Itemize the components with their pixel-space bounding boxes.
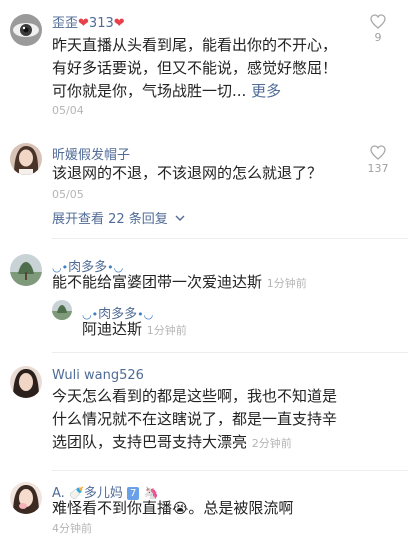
username-number: 313 [88, 16, 114, 31]
divider [52, 352, 408, 353]
comment-date: 2分钟前 [251, 437, 292, 450]
avatar[interactable] [10, 254, 42, 286]
expand-replies[interactable]: 展开查看 22 条回复 [52, 208, 185, 227]
comment-text[interactable]: 今天怎么看到的都是这些啊，我也不知道是 什么情况就不在这瞎说了，都是一直支持辛 … [52, 385, 372, 455]
heart-outline-icon [370, 14, 386, 29]
reply-body: 阿迪达斯 [82, 320, 143, 338]
comment-date: 1分钟前 [266, 277, 307, 290]
comment-line: 有好多话要说，但又不能说，感觉好憋屈！ [52, 59, 338, 77]
avatar[interactable] [10, 366, 42, 398]
like-button[interactable]: 9 [358, 14, 398, 44]
comment-text[interactable]: 能不能给富婆团带一次爱迪达斯 1分钟前 [52, 271, 372, 295]
heart-icon: ❤ [78, 16, 89, 31]
reply-date: 1分钟前 [146, 324, 187, 337]
comment-body: 能不能给富婆团带一次爱迪达斯 [52, 273, 263, 291]
divider [52, 238, 408, 239]
comment-line-text: 可你就是你，气场战胜一切... [52, 82, 247, 100]
username[interactable]: 歪歪❤313❤ [52, 12, 125, 31]
comment-text[interactable]: 该退网的不退，不该退网的怎么就退了？ [52, 162, 372, 185]
username[interactable]: 昕媛假发帽子 [52, 144, 130, 163]
like-count: 9 [374, 31, 382, 44]
avatar[interactable] [10, 482, 42, 514]
comment-date: 05/05 [52, 188, 84, 201]
username[interactable]: Wuli wang526 [52, 368, 144, 383]
chevron-down-icon [175, 215, 185, 221]
reply-text[interactable]: 阿迪达斯 1分钟前 [82, 318, 362, 342]
comment-text[interactable]: 昨天直播从头看到尾，能看出你的不开心， 有好多话要说，但又不能说，感觉好憋屈！ … [52, 34, 372, 103]
comment-line: 可你就是你，气场战胜一切... 更多 [52, 80, 372, 103]
comment-line: 昨天直播从头看到尾，能看出你的不开心， [52, 36, 338, 54]
like-button[interactable]: 137 [358, 145, 398, 175]
username-text: 歪歪 [52, 16, 79, 31]
comment-line: 今天怎么看到的都是这些啊，我也不知道是 [52, 387, 338, 405]
comment-line: 什么情况就不在这瞎说了，都是一直支持辛 [52, 410, 338, 428]
comment-line-text: 选团队，支持巴哥支持大漂亮 [52, 433, 248, 451]
heart-icon: ❤ [113, 16, 125, 31]
crying-face-icon: 😭 [172, 501, 189, 517]
comment-text[interactable]: 难怪看不到你直播😭。总是被限流啊 [52, 497, 382, 521]
reply-avatar[interactable] [52, 300, 72, 320]
like-count: 137 [367, 162, 389, 175]
more-link[interactable]: 更多 [251, 82, 281, 100]
heart-outline-icon [370, 145, 386, 160]
comment-body: 难怪看不到你直播 [52, 499, 173, 517]
avatar[interactable] [10, 14, 42, 46]
comment-date: 4分钟前 [52, 522, 92, 535]
avatar[interactable] [10, 143, 42, 175]
comment-line: 选团队，支持巴哥支持大漂亮 2分钟前 [52, 431, 372, 455]
expand-replies-label: 展开查看 22 条回复 [52, 212, 168, 227]
comment-date: 05/04 [52, 104, 84, 117]
comment-body: 。总是被限流啊 [188, 499, 294, 517]
divider [52, 470, 408, 471]
